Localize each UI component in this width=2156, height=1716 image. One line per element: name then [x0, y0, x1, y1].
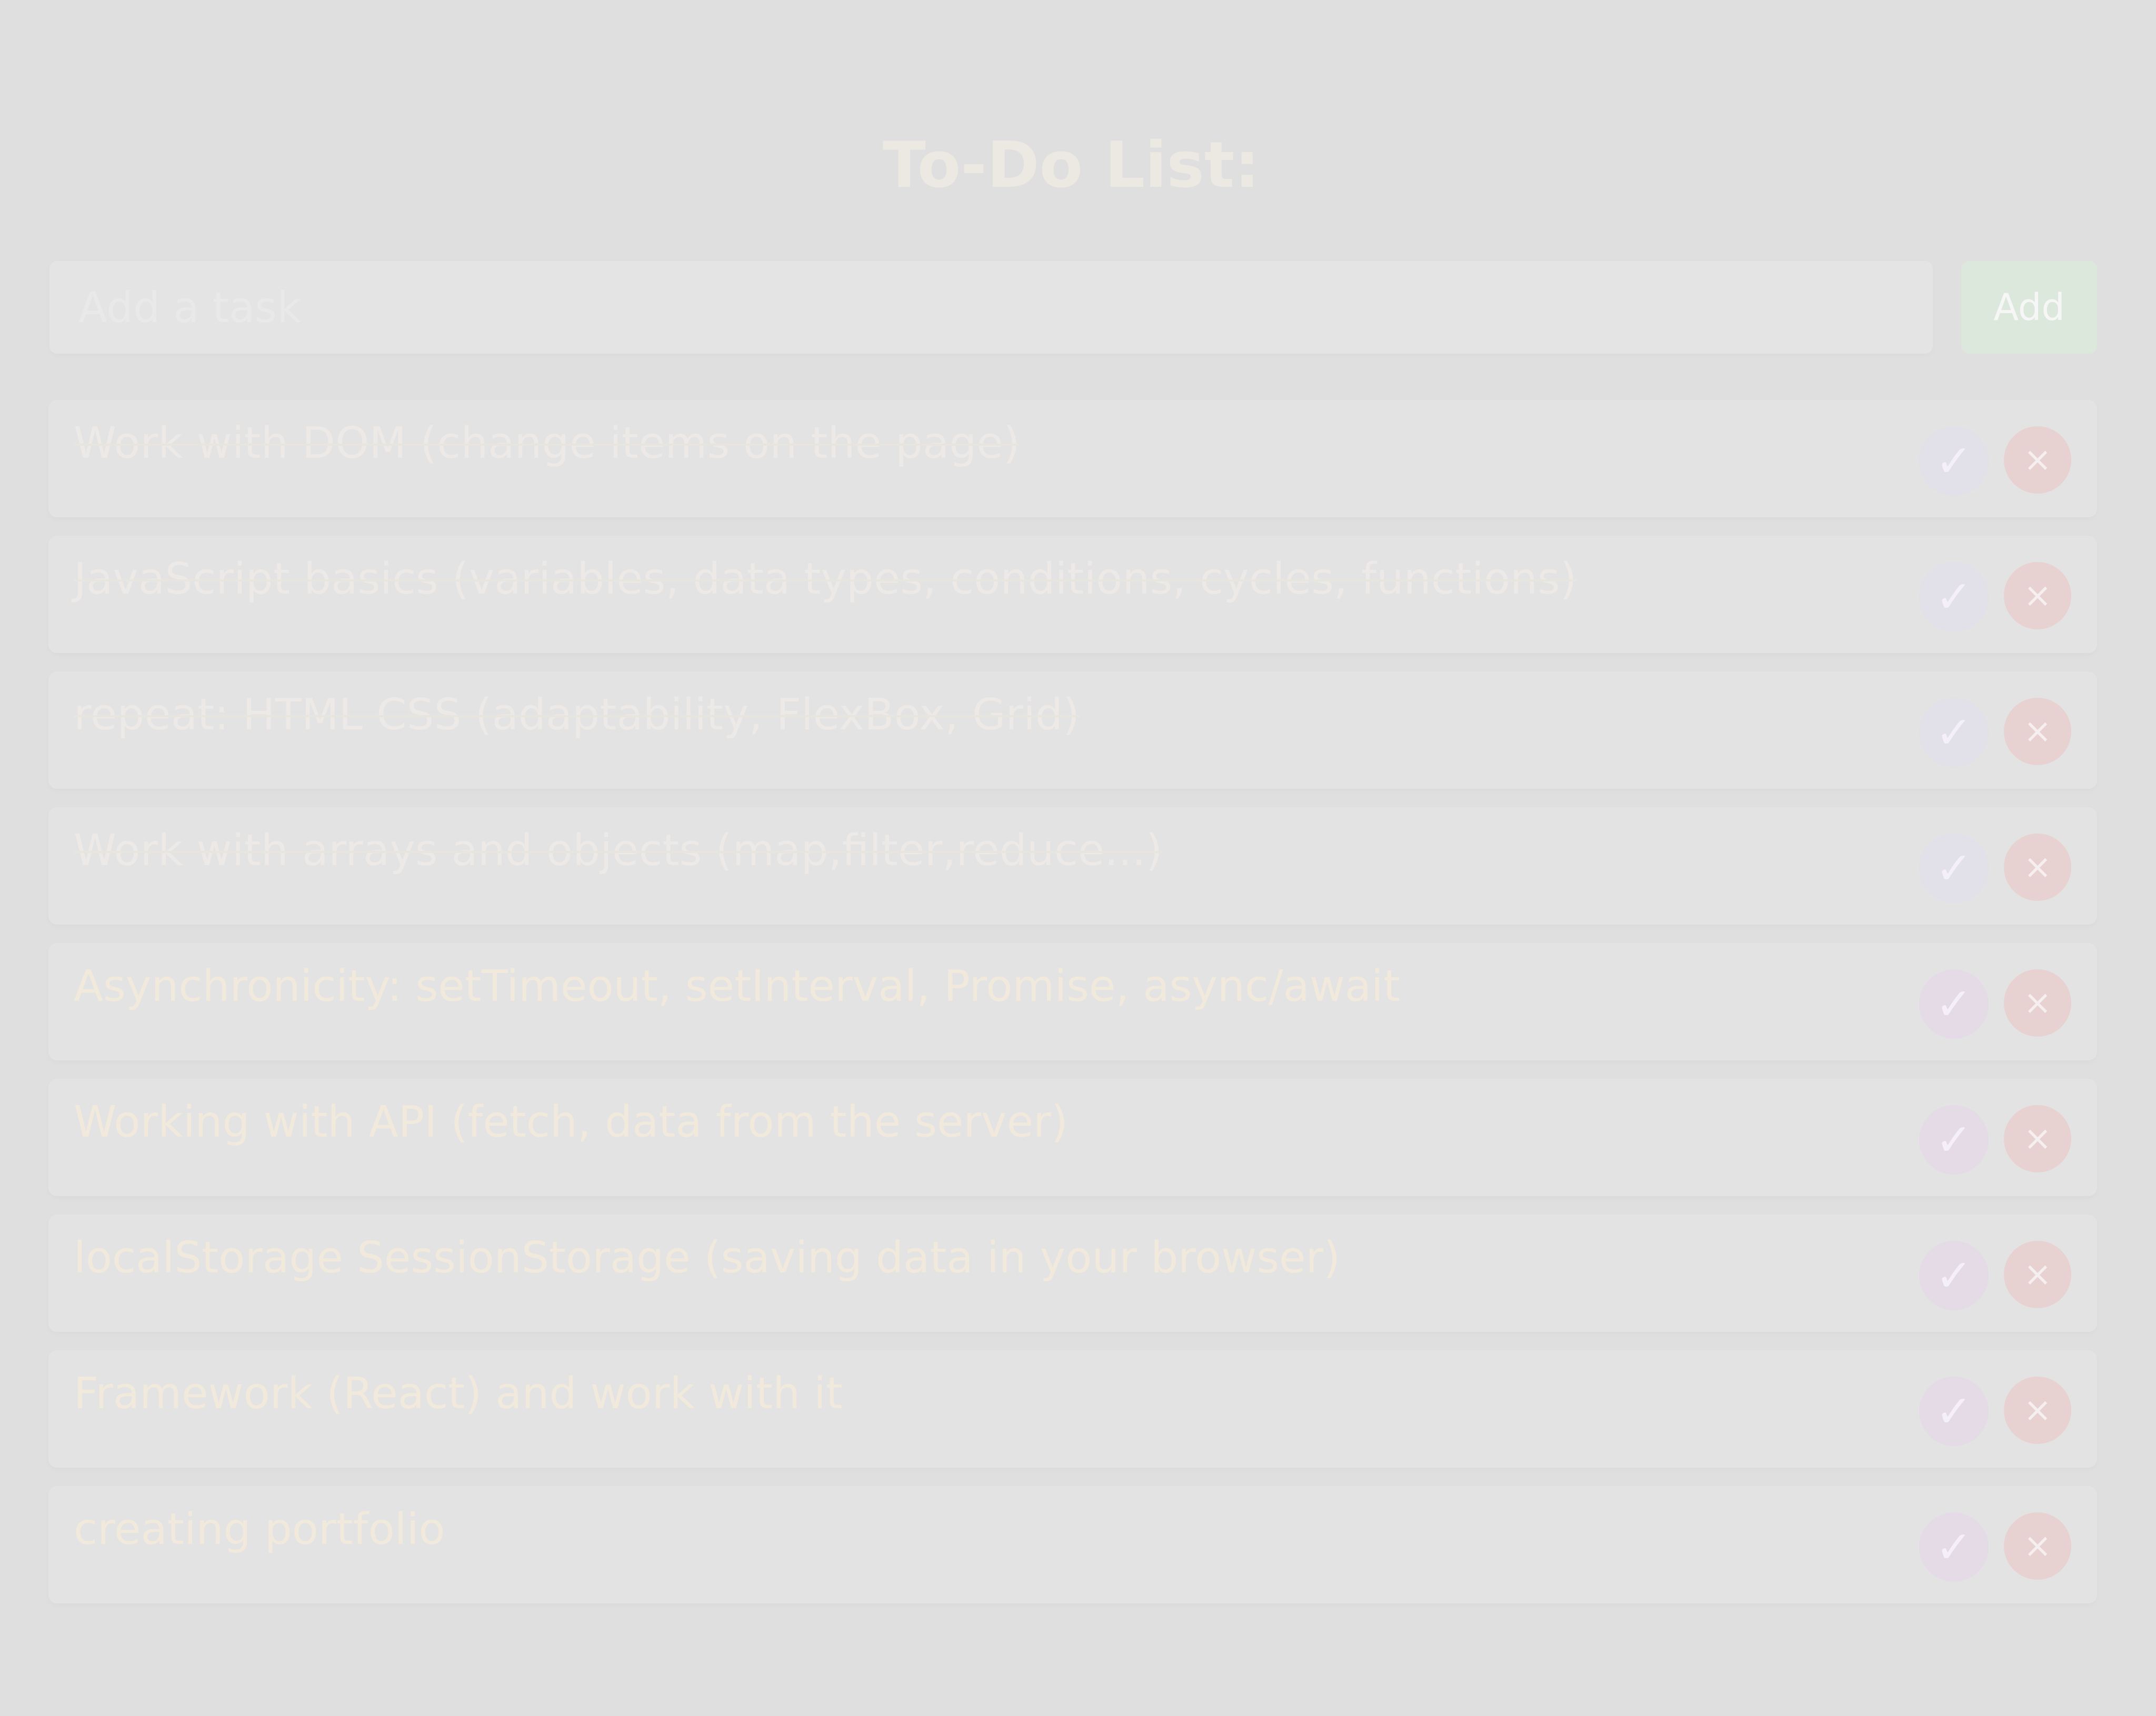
delete-button[interactable]: × — [2004, 969, 2071, 1037]
close-icon: × — [2023, 984, 2052, 1022]
close-icon: × — [2023, 440, 2052, 479]
task-item: JavaScript basics (variables, data types… — [48, 536, 2097, 653]
delete-button[interactable]: × — [2004, 426, 2071, 494]
complete-button[interactable]: ✓ — [1919, 698, 1989, 767]
task-text: Work with DOM (change items on the page) — [74, 418, 1020, 468]
delete-button[interactable]: × — [2004, 1377, 2071, 1444]
delete-button[interactable]: × — [2004, 834, 2071, 901]
check-icon: ✓ — [1935, 978, 1973, 1030]
complete-button[interactable]: ✓ — [1919, 1512, 1989, 1582]
task-text: Work with arrays and objects (map,filter… — [74, 826, 1163, 876]
task-text: JavaScript basics (variables, data types… — [74, 554, 1577, 604]
close-icon: × — [2023, 1527, 2052, 1566]
task-item: Framework (React) and work with it ✓ × — [48, 1350, 2097, 1468]
complete-button[interactable]: ✓ — [1919, 1241, 1989, 1310]
todo-app: To-Do List: Add Work with DOM (change it… — [0, 0, 2156, 1716]
close-icon: × — [2023, 576, 2052, 615]
check-icon: ✓ — [1935, 435, 1973, 487]
delete-button[interactable]: × — [2004, 1241, 2071, 1308]
task-input[interactable] — [49, 261, 1933, 354]
check-icon: ✓ — [1935, 1114, 1973, 1166]
add-button[interactable]: Add — [1961, 261, 2097, 354]
check-icon: ✓ — [1935, 707, 1973, 758]
task-text: repeat: HTML CSS (adaptability, FlexBox,… — [74, 690, 1080, 740]
page-title: To-Do List: — [882, 129, 1260, 202]
task-item: Work with DOM (change items on the page)… — [48, 400, 2097, 517]
close-icon: × — [2023, 1255, 2052, 1294]
task-item: creating portfolio ✓ × — [48, 1486, 2097, 1603]
task-text: Working with API (fetch, data from the s… — [74, 1097, 1068, 1147]
add-task-row: Add — [49, 261, 2097, 354]
check-icon: ✓ — [1935, 842, 1973, 894]
task-item: Working with API (fetch, data from the s… — [48, 1079, 2097, 1196]
task-text: localStorage SessionStorage (saving data… — [74, 1233, 1341, 1283]
task-list: Work with DOM (change items on the page)… — [48, 400, 2097, 1622]
complete-button[interactable]: ✓ — [1919, 562, 1989, 631]
task-text: creating portfolio — [74, 1504, 445, 1554]
close-icon: × — [2023, 1391, 2052, 1430]
close-icon: × — [2023, 848, 2052, 887]
complete-button[interactable]: ✓ — [1919, 969, 1989, 1039]
delete-button[interactable]: × — [2004, 1105, 2071, 1172]
close-icon: × — [2023, 712, 2052, 751]
check-icon: ✓ — [1935, 1386, 1973, 1437]
task-item: localStorage SessionStorage (saving data… — [48, 1215, 2097, 1332]
complete-button[interactable]: ✓ — [1919, 1105, 1989, 1175]
complete-button[interactable]: ✓ — [1919, 1377, 1989, 1446]
task-text: Framework (React) and work with it — [74, 1369, 843, 1419]
delete-button[interactable]: × — [2004, 1512, 2071, 1580]
task-item: Work with arrays and objects (map,filter… — [48, 807, 2097, 925]
task-item: Asynchronicity: setTimeout, setInterval,… — [48, 943, 2097, 1060]
complete-button[interactable]: ✓ — [1919, 426, 1989, 496]
delete-button[interactable]: × — [2004, 698, 2071, 765]
check-icon: ✓ — [1935, 1250, 1973, 1301]
delete-button[interactable]: × — [2004, 562, 2071, 629]
close-icon: × — [2023, 1119, 2052, 1158]
complete-button[interactable]: ✓ — [1919, 834, 1989, 903]
check-icon: ✓ — [1935, 571, 1973, 623]
task-text: Asynchronicity: setTimeout, setInterval,… — [74, 961, 1401, 1011]
task-item: repeat: HTML CSS (adaptability, FlexBox,… — [48, 671, 2097, 789]
check-icon: ✓ — [1935, 1521, 1973, 1573]
